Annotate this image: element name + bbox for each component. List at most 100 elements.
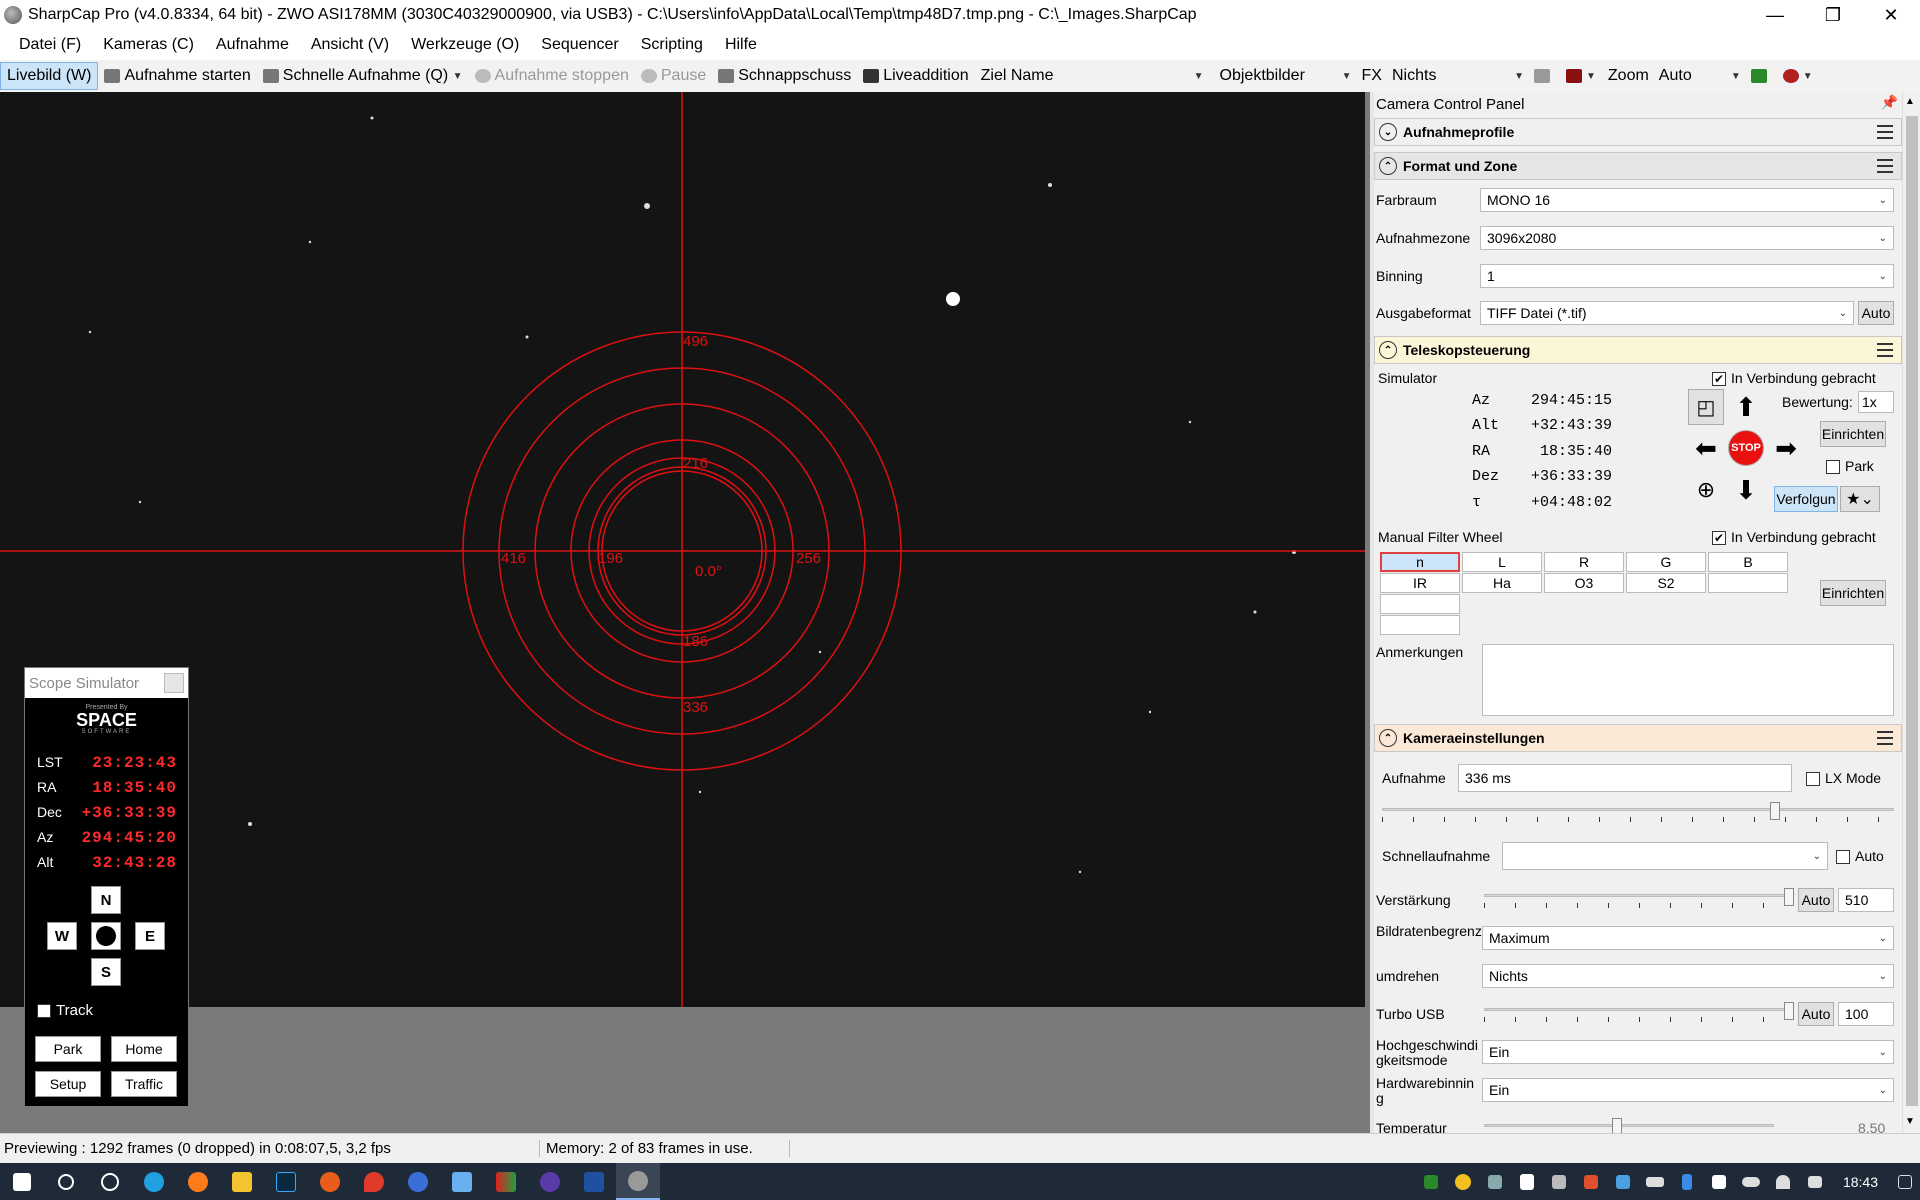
- traffic-button[interactable]: Traffic: [111, 1071, 177, 1097]
- section-format[interactable]: ⌃ Format und Zone: [1374, 152, 1902, 180]
- color-button[interactable]: ▼: [1560, 62, 1602, 90]
- menu-icon[interactable]: [1877, 159, 1893, 173]
- teleskop-einrichten-button[interactable]: Einrichten: [1820, 421, 1886, 447]
- filter-slot-r[interactable]: R: [1544, 552, 1624, 572]
- histogram-button[interactable]: [1745, 62, 1777, 90]
- filter-connected-checkbox[interactable]: ✔ In Verbindung gebracht: [1712, 529, 1876, 546]
- tray-app-4[interactable]: [1543, 1163, 1575, 1200]
- cortana-button[interactable]: [88, 1163, 132, 1200]
- app-notes[interactable]: [440, 1163, 484, 1200]
- search-button[interactable]: [44, 1163, 88, 1200]
- app-planet[interactable]: [528, 1163, 572, 1200]
- south-button[interactable]: S: [91, 958, 121, 986]
- tray-app-3[interactable]: [1479, 1163, 1511, 1200]
- start-button[interactable]: [0, 1163, 44, 1200]
- taskbar-clock[interactable]: 18:43: [1831, 1174, 1890, 1190]
- tracking-mode-button[interactable]: ★⌄: [1840, 486, 1880, 512]
- menu-datei[interactable]: Datei (F): [8, 36, 92, 54]
- aufnahme-input[interactable]: 336 ms: [1458, 764, 1792, 792]
- app-red-green[interactable]: [484, 1163, 528, 1200]
- menu-icon[interactable]: [1877, 125, 1893, 139]
- liveaddition-button[interactable]: Liveaddition: [857, 62, 974, 90]
- move-north-button[interactable]: ⬆: [1728, 389, 1764, 425]
- maps-app[interactable]: [352, 1163, 396, 1200]
- schnellaufnahme-select[interactable]: ⌄: [1502, 842, 1828, 870]
- filter-slot-n[interactable]: n: [1380, 552, 1460, 572]
- objektbilder-combo[interactable]: Objektbilder ▼: [1215, 63, 1356, 89]
- tray-app-6[interactable]: [1607, 1163, 1639, 1200]
- section-teleskop[interactable]: ⌃ Teleskopsteuerung: [1374, 336, 1902, 364]
- filter-slot-ha[interactable]: Ha: [1462, 573, 1542, 593]
- edge-app[interactable]: [132, 1163, 176, 1200]
- firefox-app[interactable]: [176, 1163, 220, 1200]
- tray-app-7[interactable]: [1703, 1163, 1735, 1200]
- goto-target-button[interactable]: ⊕: [1688, 472, 1724, 508]
- verstaerkung-auto-button[interactable]: Auto: [1798, 888, 1834, 912]
- track-checkbox[interactable]: ✔ Track: [37, 1002, 93, 1019]
- park-button[interactable]: Park: [35, 1036, 101, 1062]
- fx-combo[interactable]: Nichts ▼: [1387, 63, 1528, 89]
- north-button[interactable]: N: [91, 886, 121, 914]
- verstaerkung-slider[interactable]: [1484, 888, 1794, 908]
- menu-aufnahme[interactable]: Aufnahme: [205, 36, 300, 54]
- schnell-auto-checkbox[interactable]: Auto: [1836, 848, 1884, 865]
- explorer-app[interactable]: [220, 1163, 264, 1200]
- scope-simulator-titlebar[interactable]: Scope Simulator: [25, 668, 188, 698]
- close-icon[interactable]: [164, 673, 184, 693]
- tray-volume[interactable]: [1799, 1163, 1831, 1200]
- filter-slot-s2[interactable]: S2: [1626, 573, 1706, 593]
- schnappschuss-button[interactable]: Schnappschuss: [712, 62, 857, 90]
- close-button[interactable]: ✕: [1862, 0, 1920, 30]
- menu-icon[interactable]: [1877, 343, 1893, 357]
- schnelle-aufnahme-button[interactable]: Schnelle Aufnahme (Q) ▼: [257, 62, 469, 90]
- menu-hilfe[interactable]: Hilfe: [714, 36, 768, 54]
- livebild-button[interactable]: Livebild (W): [0, 62, 99, 90]
- ziel-name-combo[interactable]: ▼: [1059, 63, 1208, 89]
- panel-scrollbar[interactable]: ▲ ▼: [1902, 92, 1920, 1133]
- telescope-connected-checkbox[interactable]: ✔ In Verbindung gebracht: [1712, 370, 1876, 387]
- ausgabeformat-select[interactable]: TIFF Datei (*.tif) ⌄: [1480, 301, 1854, 325]
- app-orange[interactable]: [308, 1163, 352, 1200]
- magnifier-button[interactable]: ▼: [1777, 62, 1819, 90]
- zoom-combo[interactable]: Auto ▼: [1654, 63, 1745, 89]
- scroll-down-icon[interactable]: ▼: [1905, 1116, 1915, 1127]
- filter-slot-empty[interactable]: [1708, 573, 1788, 593]
- farbraum-select[interactable]: MONO 16 ⌄: [1480, 188, 1894, 212]
- menu-werkzeuge[interactable]: Werkzeuge (O): [400, 36, 530, 54]
- section-kamera[interactable]: ⌃ Kameraeinstellungen: [1374, 724, 1902, 752]
- filter-slot-blank[interactable]: [1380, 594, 1460, 614]
- app-blue-circle[interactable]: [396, 1163, 440, 1200]
- tray-app-2[interactable]: [1447, 1163, 1479, 1200]
- tray-security[interactable]: [1511, 1163, 1543, 1200]
- notifications-button[interactable]: [1890, 1163, 1920, 1200]
- turbo-usb-slider[interactable]: [1484, 1002, 1794, 1022]
- app-stellarium[interactable]: [572, 1163, 616, 1200]
- menu-sequencer[interactable]: Sequencer: [530, 36, 629, 54]
- spiral-search-button[interactable]: ◰: [1688, 389, 1724, 425]
- setup-button[interactable]: Setup: [35, 1071, 101, 1097]
- greyscale-button[interactable]: [1528, 62, 1560, 90]
- east-button[interactable]: E: [135, 922, 165, 950]
- umdrehen-select[interactable]: Nichts ⌄: [1482, 964, 1894, 988]
- filter-slot-g[interactable]: G: [1626, 552, 1706, 572]
- binning-select[interactable]: 1 ⌄: [1480, 264, 1894, 288]
- menu-ansicht[interactable]: Ansicht (V): [300, 36, 400, 54]
- sharpcap-app[interactable]: [616, 1163, 660, 1200]
- filter-slot-blank[interactable]: [1380, 615, 1460, 635]
- bewertung-select[interactable]: 1x: [1858, 391, 1894, 413]
- anmerkungen-textarea[interactable]: [1482, 644, 1894, 716]
- tray-app-1[interactable]: [1415, 1163, 1447, 1200]
- stop-slew-button[interactable]: [91, 922, 121, 950]
- ausgabe-auto-button[interactable]: Auto: [1858, 301, 1894, 325]
- aufnahmezone-select[interactable]: 3096x2080 ⌄: [1480, 226, 1894, 250]
- move-west-button[interactable]: ⬅: [1688, 430, 1724, 466]
- west-button[interactable]: W: [47, 922, 77, 950]
- aufnahme-starten-button[interactable]: Aufnahme starten: [98, 62, 256, 90]
- maximize-button[interactable]: ❐: [1804, 0, 1862, 30]
- scope-simulator-window[interactable]: Scope Simulator Presented By SPACE SOFTW…: [24, 667, 189, 1107]
- tray-app-5[interactable]: [1575, 1163, 1607, 1200]
- tray-wifi[interactable]: [1767, 1163, 1799, 1200]
- section-aufnahmeprofile[interactable]: ⌄ Aufnahmeprofile: [1374, 118, 1902, 146]
- lightroom-app[interactable]: [264, 1163, 308, 1200]
- filter-slot-ir[interactable]: IR: [1380, 573, 1460, 593]
